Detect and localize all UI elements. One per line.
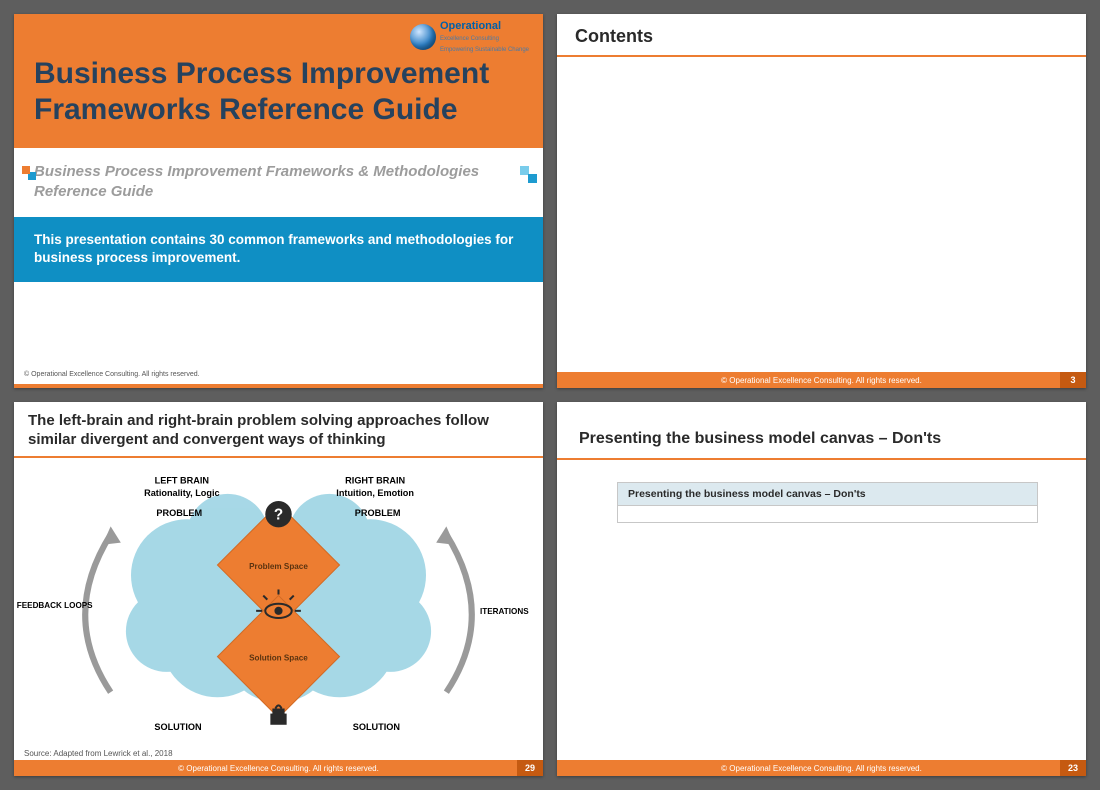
donts-list [618,506,1037,522]
globe-icon [410,24,436,50]
blurb-band: This presentation contains 30 common fra… [14,217,543,283]
title-orange-band: Operational Excellence Consulting Empowe… [14,14,543,148]
footer-copyright: © Operational Excellence Consulting. All… [178,764,379,773]
deco-squares-left [22,166,30,174]
brand-sub: Excellence Consulting [440,36,499,42]
footer-copyright: © Operational Excellence Consulting. All… [721,376,922,385]
source-note: Source: Adapted from Lewrick et al., 201… [14,749,543,760]
page-number: 3 [1060,372,1086,388]
subtitle-band: Business Process Improvement Frameworks … [14,148,543,217]
svg-text:SOLUTION: SOLUTION [353,721,400,731]
deco-squares-right [528,174,537,183]
slide-contents: Contents © Operational Excellence Consul… [557,14,1086,388]
page-number: 29 [517,760,543,776]
brand-main: Operational [440,20,529,32]
footer-copyright: © Operational Excellence Consulting. All… [721,764,922,773]
copyright: © Operational Excellence Consulting. All… [14,371,543,384]
brand-tag: Empowering Sustainable Change [440,47,529,53]
slide4-title: Presenting the business model canvas – D… [557,402,1086,458]
solution-space-label: Solution Space [249,653,308,662]
svg-text:PROBLEM: PROBLEM [156,508,202,518]
svg-text:LEFT BRAIN: LEFT BRAIN [155,475,209,485]
footer-bar: © Operational Excellence Consulting. All… [14,760,543,776]
donts-box: Presenting the business model canvas – D… [617,482,1038,523]
feedback-label: FEEDBACK LOOPS [17,600,93,609]
footer-bar: © Operational Excellence Consulting. All… [557,372,1086,388]
donts-box-head: Presenting the business model canvas – D… [618,483,1037,506]
slide3-title: The left-brain and right-brain problem s… [14,402,543,456]
brand-logo: Operational Excellence Consulting Empowe… [410,20,529,54]
slide-donts: Presenting the business model canvas – D… [557,402,1086,776]
slide-grid: Operational Excellence Consulting Empowe… [0,0,1100,790]
svg-text:RIGHT BRAIN: RIGHT BRAIN [345,475,405,485]
contents-col-2 [822,63,1075,372]
main-title: Business Process Improvement Frameworks … [34,56,523,128]
svg-text:?: ? [274,506,283,523]
contents-col-1 [569,63,822,372]
bottom-accent [14,384,543,388]
problem-space-label: Problem Space [249,562,308,571]
svg-text:PROBLEM: PROBLEM [355,508,401,518]
svg-text:SOLUTION: SOLUTION [154,721,201,731]
svg-text:Intuition, Emotion: Intuition, Emotion [336,487,414,497]
svg-text:Rationality, Logic: Rationality, Logic [144,487,220,497]
page-number: 23 [1060,760,1086,776]
slide-brain-diagram: The left-brain and right-brain problem s… [14,402,543,776]
contents-columns [557,63,1086,372]
iterations-label: ITERATIONS [480,606,529,615]
footer-bar: © Operational Excellence Consulting. All… [557,760,1086,776]
brain-diagram: ? Problem Space Solution Space LEFT BRAI… [14,462,543,750]
subtitle: Business Process Improvement Frameworks … [34,162,523,203]
slide-title: Operational Excellence Consulting Empowe… [14,14,543,388]
contents-heading: Contents [557,14,1086,55]
